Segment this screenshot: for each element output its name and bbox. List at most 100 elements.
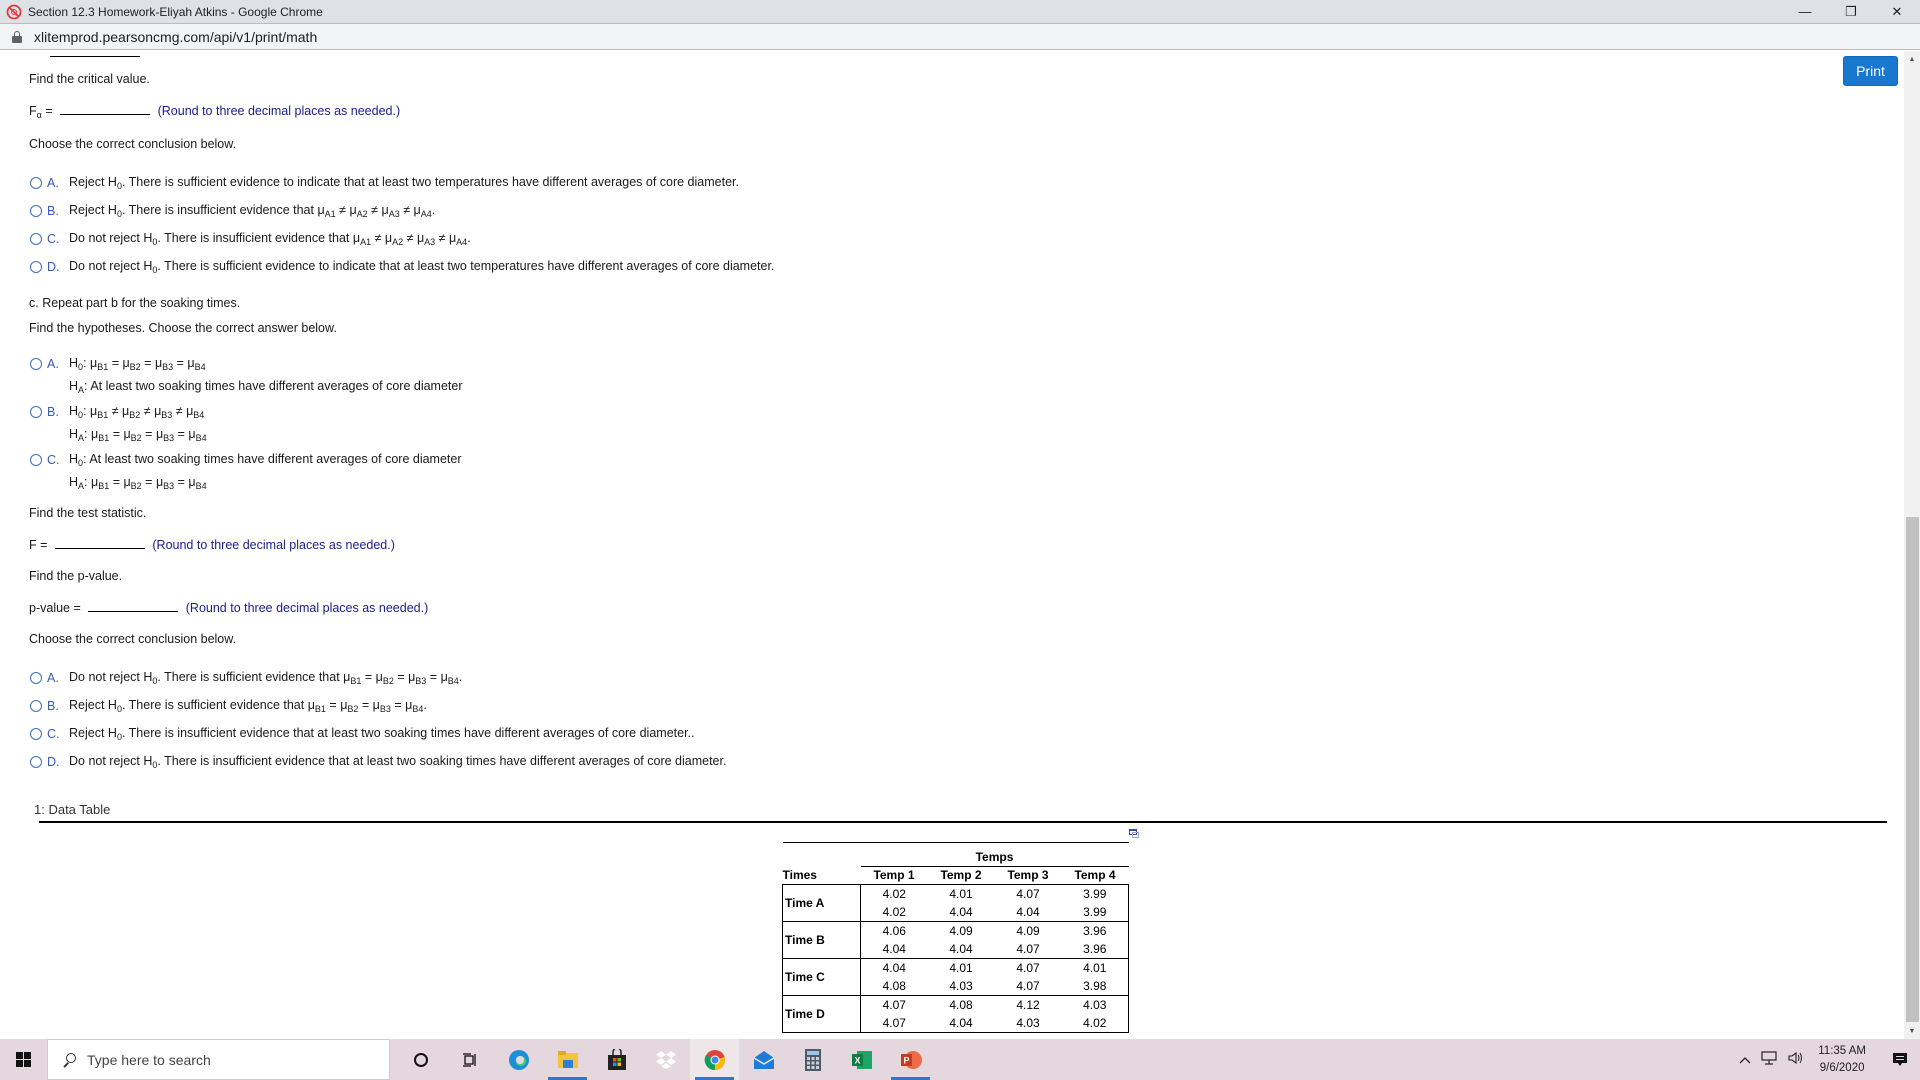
scroll-up-arrow-icon[interactable]: ▲: [1904, 51, 1920, 67]
table-cell: 4.07: [994, 884, 1062, 903]
option-letter: D.: [47, 755, 60, 769]
option-letter: D.: [47, 260, 60, 274]
cortana-button[interactable]: [396, 1039, 445, 1080]
data-table-label: 1: Data Table: [34, 802, 111, 817]
calculator-button[interactable]: [788, 1039, 837, 1080]
p-value-hint: (Round to three decimal places as needed…: [185, 601, 429, 615]
part-b-option-b[interactable]: B. Reject H0. There is insufficient evid…: [30, 203, 435, 224]
option-text: Do not reject H0. There is insufficient …: [69, 231, 471, 247]
address-bar[interactable]: xlitemprod.pearsoncmg.com/api/v1/print/m…: [0, 23, 1920, 50]
start-button[interactable]: [0, 1039, 47, 1080]
f-alpha-label: F: [29, 104, 37, 118]
edge-button[interactable]: [494, 1039, 543, 1080]
radio-button[interactable]: [30, 756, 42, 768]
search-icon: [63, 1053, 76, 1067]
network-icon[interactable]: [1761, 1051, 1777, 1068]
radio-button[interactable]: [30, 205, 42, 217]
minimize-button[interactable]: —: [1782, 0, 1828, 23]
chrome-icon: [704, 1049, 725, 1070]
print-button[interactable]: Print: [1843, 56, 1898, 86]
restore-button[interactable]: ❐: [1828, 0, 1874, 23]
scroll-down-arrow-icon[interactable]: ▼: [1904, 1023, 1920, 1039]
hypothesis-option-a[interactable]: A. H0: μB1 = μB2 = μB3 = μB4 HA: At leas…: [30, 356, 463, 400]
part-c-conclusion-option-b[interactable]: B. Reject H0. There is sufficient eviden…: [30, 698, 427, 719]
hypotheses-prompt: Find the hypotheses. Choose the correct …: [29, 321, 337, 335]
table-cell: 4.04: [860, 940, 928, 959]
window-title: Section 12.3 Homework-Eliyah Atkins - Go…: [28, 4, 323, 19]
radio-button[interactable]: [30, 454, 42, 466]
times-header: Times: [782, 868, 817, 882]
radio-button[interactable]: [30, 672, 42, 684]
option-letter: B.: [47, 204, 59, 218]
hypothesis-option-c[interactable]: C. H0: At least two soaking times have d…: [30, 452, 462, 496]
radio-button[interactable]: [30, 177, 42, 189]
clock[interactable]: 11:35 AM 9/6/2020: [1818, 1043, 1866, 1077]
part-b-option-c[interactable]: C. Do not reject H0. There is insufficie…: [30, 231, 471, 252]
option-letter: A.: [47, 671, 59, 685]
table-cell: 4.04: [994, 903, 1062, 922]
scrollbar-thumb[interactable]: [1906, 517, 1919, 1022]
table-cell: 4.03: [927, 977, 995, 996]
row-label: Time C: [782, 958, 861, 996]
option-letter: C.: [47, 232, 60, 246]
lock-icon[interactable]: [12, 30, 22, 43]
part-c-conclusion-option-d[interactable]: D. Do not reject H0. There is insufficie…: [30, 754, 726, 775]
hypothesis-option-b[interactable]: B. H0: μB1 ≠ μB2 ≠ μB3 ≠ μB4 HA: μB1 = μ…: [30, 404, 207, 448]
table-cell: 4.07: [860, 1014, 928, 1033]
file-explorer-button[interactable]: [543, 1039, 592, 1080]
table-row: Time D 4.07 4.08 4.12 4.03: [782, 995, 1129, 1033]
part-b-option-a[interactable]: A. Reject H0. There is sufficient eviden…: [30, 175, 739, 196]
vertical-scrollbar[interactable]: ▲ ▼: [1904, 51, 1920, 1039]
column-header-row: Times Temp 1 Temp 2 Temp 3 Temp 4: [783, 866, 1129, 885]
test-statistic-hint: (Round to three decimal places as needed…: [152, 538, 395, 552]
table-cell: 4.07: [994, 977, 1062, 996]
excel-button[interactable]: X: [837, 1039, 886, 1080]
part-c-heading: c. Repeat part b for the soaking times.: [29, 296, 241, 310]
previous-answer-blank[interactable]: [50, 56, 140, 57]
windows-logo-icon: [16, 1052, 31, 1067]
url-text[interactable]: xlitemprod.pearsoncmg.com/api/v1/print/m…: [34, 29, 317, 45]
radio-button[interactable]: [30, 406, 42, 418]
table-cell: 4.02: [860, 903, 928, 922]
critical-value-prompt: Find the critical value.: [29, 72, 150, 86]
radio-button[interactable]: [30, 358, 42, 370]
option-text: Reject H0. There is sufficient evidence …: [69, 175, 739, 191]
radio-button[interactable]: [30, 233, 42, 245]
radio-button[interactable]: [30, 700, 42, 712]
table-cell: 4.04: [860, 958, 928, 977]
radio-button[interactable]: [30, 728, 42, 740]
radio-button[interactable]: [30, 261, 42, 273]
table-row: Time A 4.02 4.01 4.07 3.99: [782, 884, 1129, 922]
row-label: Time A: [782, 884, 861, 922]
show-hidden-icons-chevron-up-icon[interactable]: [1739, 1053, 1751, 1067]
table-cell: 3.96: [1061, 921, 1129, 940]
action-center-button[interactable]: [1880, 1039, 1920, 1080]
volume-icon[interactable]: [1787, 1051, 1805, 1068]
taskbar-search-box[interactable]: Type here to search: [47, 1039, 390, 1080]
p-value-input[interactable]: [88, 600, 179, 612]
store-button[interactable]: [592, 1039, 641, 1080]
notification-icon: [1893, 1052, 1907, 1066]
dropbox-icon: [655, 1050, 676, 1069]
alpha-subscript: α: [36, 110, 42, 120]
table-cell: 4.03: [1061, 995, 1129, 1014]
table-cell: 4.01: [927, 884, 995, 903]
test-statistic-input[interactable]: [54, 537, 145, 549]
close-button[interactable]: ✕: [1874, 0, 1920, 23]
expand-table-icon[interactable]: [1129, 829, 1139, 838]
part-c-conclusion-option-c[interactable]: C. Reject H0. There is insufficient evid…: [30, 726, 695, 747]
chrome-button[interactable]: [690, 1039, 739, 1080]
task-view-icon: [462, 1052, 476, 1067]
mail-button[interactable]: [739, 1039, 788, 1080]
dropbox-button[interactable]: [641, 1039, 690, 1080]
critical-value-input[interactable]: [60, 103, 151, 115]
part-b-option-d[interactable]: D. Do not reject H0. There is sufficient…: [30, 259, 774, 280]
part-c-conclusion-option-a[interactable]: A. Do not reject H0. There is sufficient…: [30, 670, 462, 691]
clock-time: 11:35 AM: [1818, 1044, 1866, 1057]
test-statistic-prompt: Find the test statistic.: [29, 506, 147, 520]
powerpoint-button[interactable]: P: [886, 1039, 935, 1080]
option-letter: C.: [47, 453, 60, 467]
task-view-button[interactable]: [445, 1039, 494, 1080]
table-row: Time C 4.04 4.01 4.07 4.01: [782, 958, 1129, 996]
option-text: H0: μB1 ≠ μB2 ≠ μB3 ≠ μB4 HA: μB1 = μB2 …: [69, 404, 207, 443]
